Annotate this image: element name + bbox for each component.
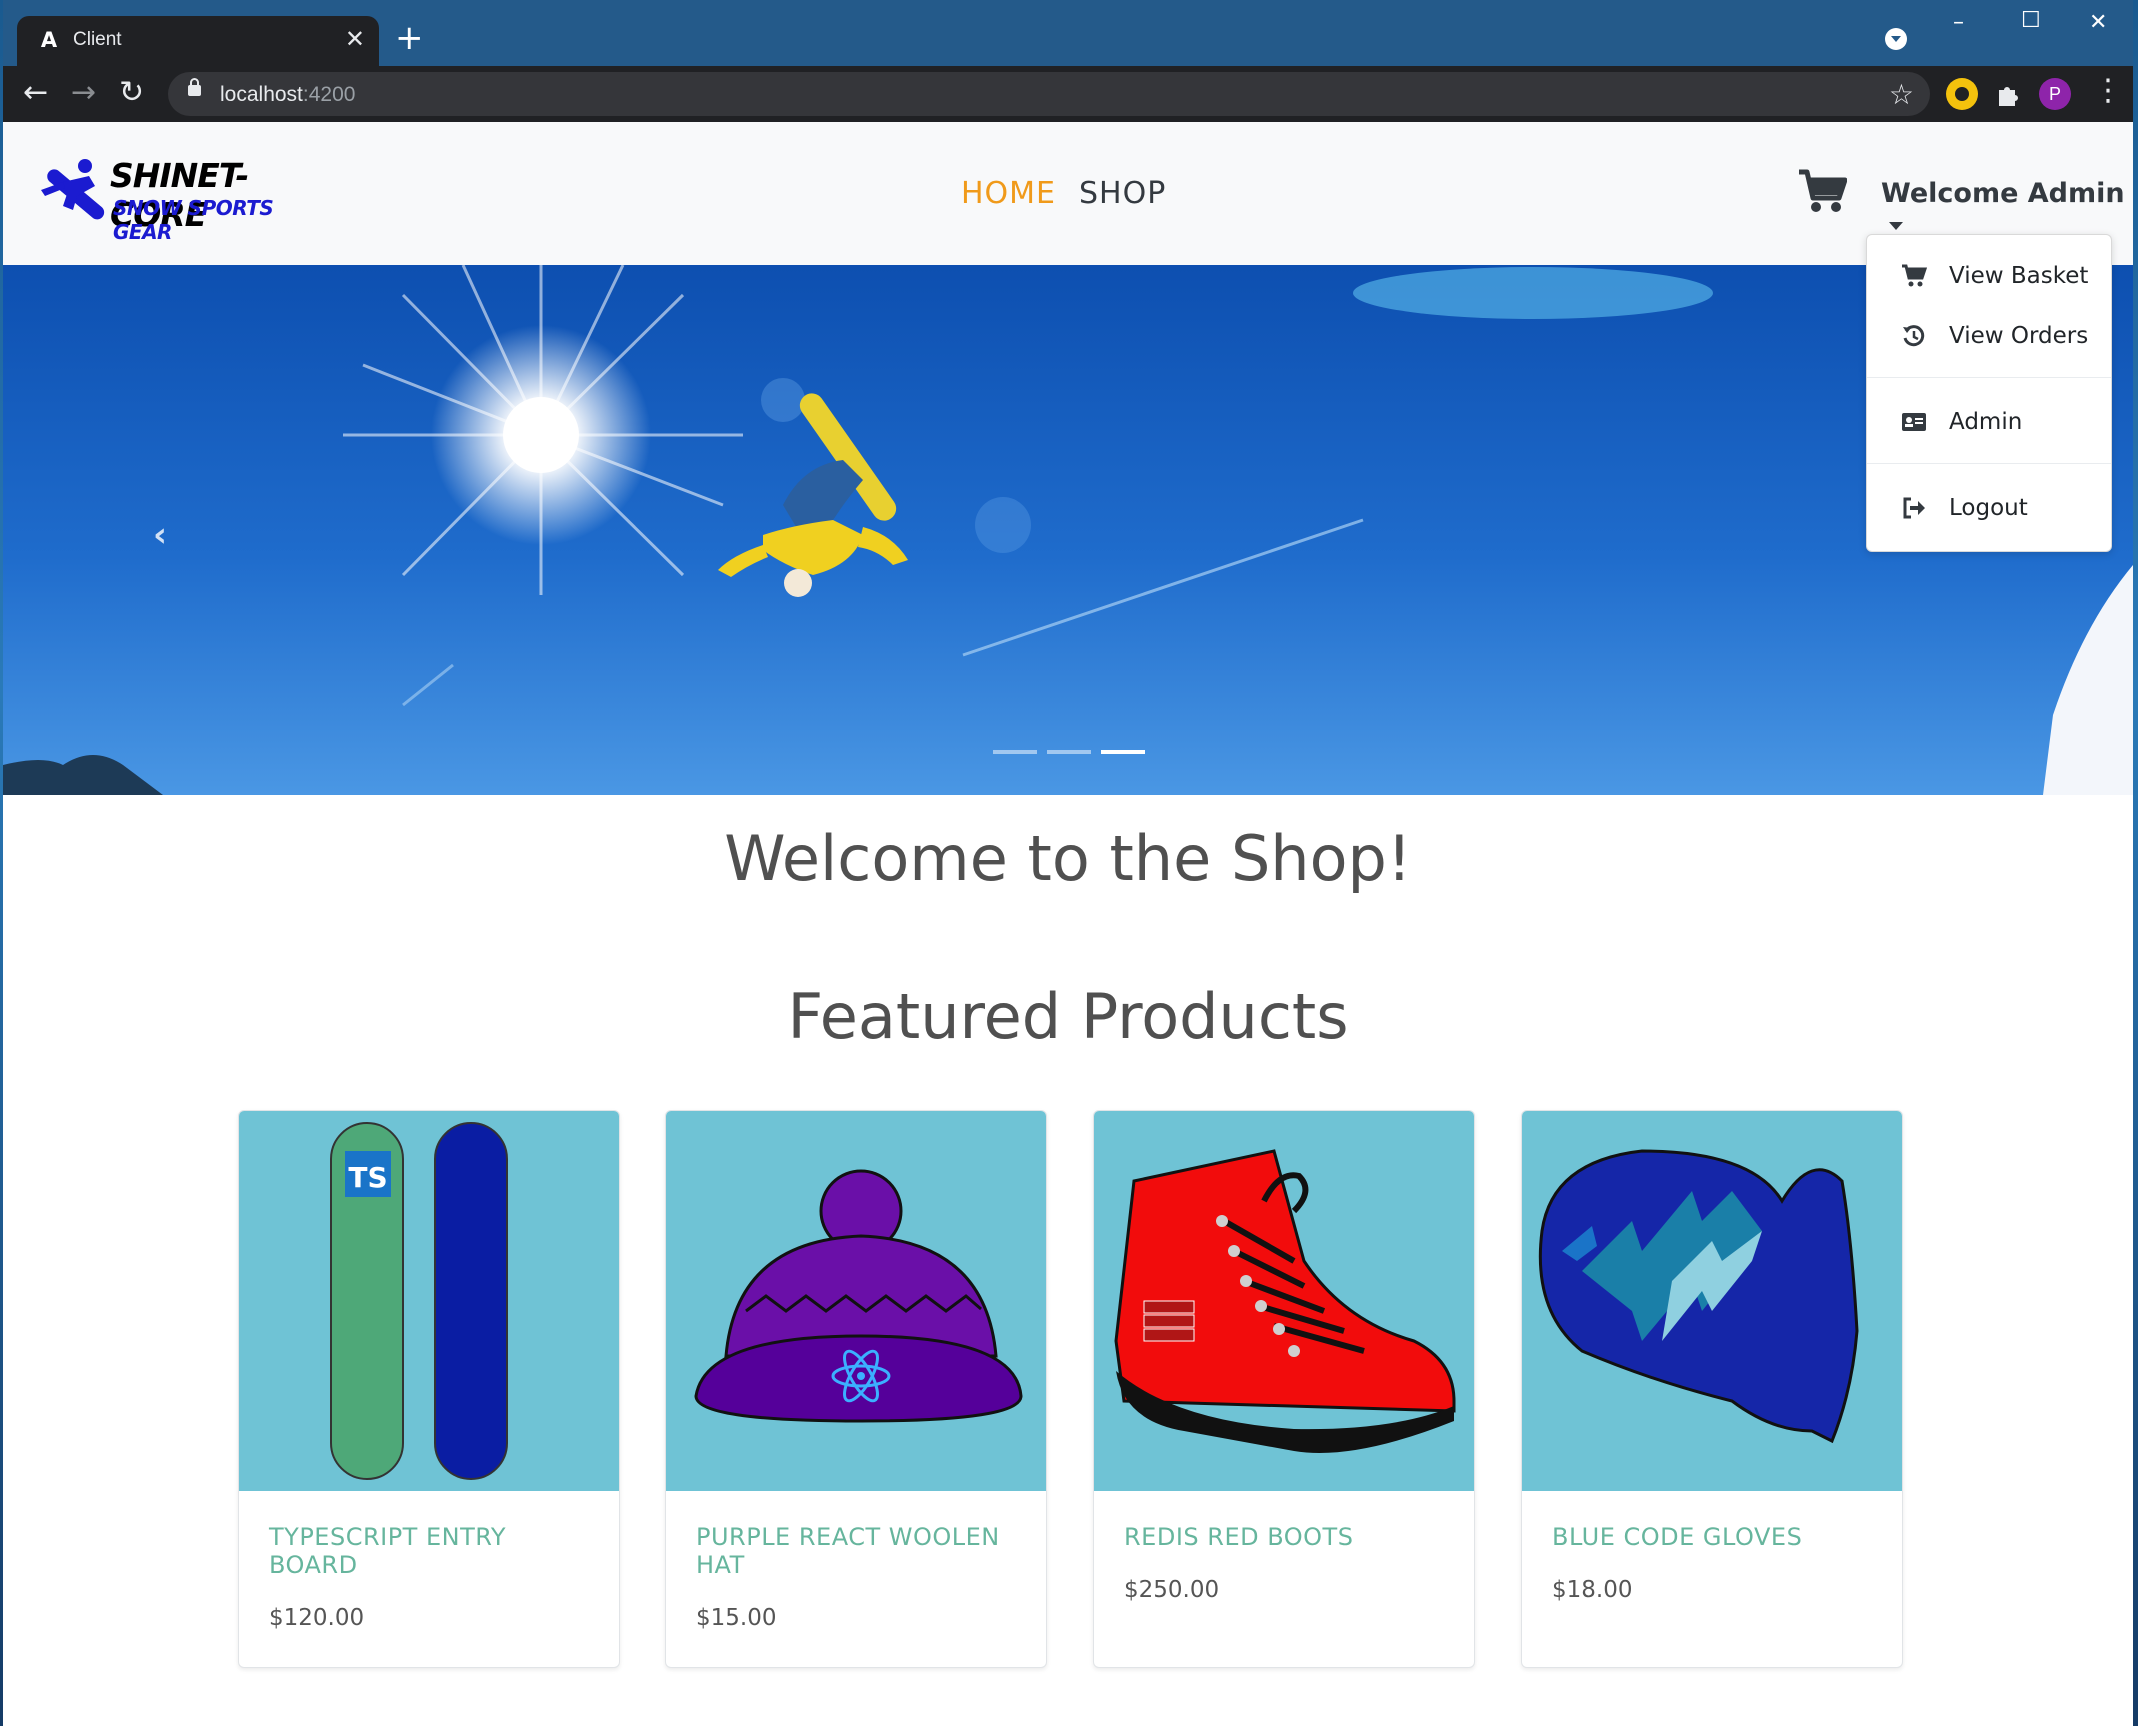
user-menu-toggle[interactable]: Welcome Admin: [1881, 178, 2133, 240]
tab-search-icon[interactable]: [1885, 28, 1907, 50]
web-page: SHINET-CORE SNOW SPORTS GEAR HOME SHOP W…: [3, 122, 2133, 1726]
featured-products-heading: Featured Products: [787, 980, 1349, 1053]
menu-item-admin[interactable]: Admin: [1867, 397, 2111, 447]
red-boot-icon: [1114, 1149, 1456, 1453]
welcome-heading: Welcome to the Shop!: [724, 822, 1412, 895]
carousel-prev-icon[interactable]: ‹: [153, 515, 167, 555]
product-name[interactable]: PURPLE REACT WOOLEN HAT: [696, 1523, 1026, 1579]
address-bar[interactable]: localhost:4200 ☆: [168, 72, 1930, 116]
minimize-icon[interactable]: –: [1953, 10, 1964, 35]
mitten-icon: [1538, 1149, 1859, 1444]
snowboarder-hero-image: [3, 265, 2133, 795]
woolen-hat-icon: [694, 1169, 1023, 1423]
menu-item-view-basket[interactable]: View Basket: [1867, 251, 2111, 301]
back-icon[interactable]: ←: [23, 76, 48, 110]
product-name[interactable]: BLUE CODE GLOVES: [1552, 1523, 1882, 1551]
menu-divider: [1867, 463, 2111, 464]
menu-item-logout[interactable]: Logout: [1867, 483, 2111, 533]
user-dropdown-menu: View Basket View Orders Admin Logout: [1866, 234, 2112, 552]
product-price: $18.00: [1552, 1577, 1633, 1603]
profile-avatar[interactable]: P: [2039, 78, 2071, 110]
product-price: $250.00: [1124, 1577, 1220, 1603]
snowboards-icon: TS: [330, 1122, 508, 1480]
shopping-cart-icon: [1901, 263, 1928, 289]
maximize-icon[interactable]: ☐: [2021, 8, 2041, 33]
product-price: $120.00: [269, 1605, 365, 1631]
product-card[interactable]: TS TYPESCRIPT ENTRY BOARD $120.00: [238, 1110, 620, 1668]
logo-subtitle: SNOW SPORTS GEAR: [113, 196, 274, 244]
close-tab-icon[interactable]: ✕: [345, 26, 365, 52]
browser-toolbar: ← → ↻ localhost:4200 ☆ P ⋮: [3, 66, 2133, 122]
product-name[interactable]: TYPESCRIPT ENTRY BOARD: [269, 1523, 599, 1579]
product-name[interactable]: REDIS RED BOOTS: [1124, 1523, 1454, 1551]
nav-shop-link[interactable]: SHOP: [1079, 176, 1166, 211]
reload-icon[interactable]: ↻: [119, 76, 144, 110]
forward-icon[interactable]: →: [71, 76, 96, 110]
product-image[interactable]: [1094, 1111, 1474, 1491]
product-card[interactable]: BLUE CODE GLOVES $18.00: [1521, 1110, 1903, 1668]
svg-text:TS: TS: [348, 1161, 387, 1194]
close-window-icon[interactable]: ✕: [2089, 10, 2107, 35]
product-card[interactable]: PURPLE REACT WOOLEN HAT $15.00: [665, 1110, 1047, 1668]
product-image[interactable]: [1522, 1111, 1902, 1491]
product-image[interactable]: [666, 1111, 1046, 1491]
url-text: localhost:4200: [220, 83, 356, 106]
new-tab-button[interactable]: +: [395, 18, 424, 58]
site-logo[interactable]: SHINET-CORE SNOW SPORTS GEAR: [33, 156, 293, 244]
carousel-indicator-2[interactable]: [1047, 750, 1091, 754]
bookmark-star-icon[interactable]: ☆: [1889, 78, 1914, 111]
menu-item-view-orders[interactable]: View Orders: [1867, 311, 2111, 361]
menu-item-label: Admin: [1949, 409, 2023, 435]
product-card[interactable]: REDIS RED BOOTS $250.00: [1093, 1110, 1475, 1668]
sign-out-icon: [1901, 495, 1927, 521]
menu-item-label: View Basket: [1949, 263, 2089, 289]
browser-titlebar: A Client ✕ + – ☐ ✕: [3, 0, 2133, 66]
browser-tab[interactable]: A Client ✕: [17, 16, 379, 66]
snowboarder-logo-icon: [41, 159, 105, 220]
id-card-icon: [1901, 409, 1927, 435]
browser-menu-icon[interactable]: ⋮: [2093, 74, 2123, 108]
extension-icon[interactable]: [1946, 78, 1978, 110]
carousel-indicator-3[interactable]: [1101, 750, 1145, 754]
history-icon: [1901, 323, 1927, 349]
carousel-indicator-1[interactable]: [993, 750, 1037, 754]
hero-carousel: ‹: [3, 265, 2133, 795]
product-price: $15.00: [696, 1605, 777, 1631]
site-navbar: SHINET-CORE SNOW SPORTS GEAR HOME SHOP W…: [3, 122, 2133, 265]
extensions-puzzle-icon[interactable]: [1993, 78, 2025, 110]
nav-home-link[interactable]: HOME: [961, 176, 1056, 211]
lock-icon: [188, 78, 201, 96]
angular-icon: A: [40, 28, 58, 52]
browser-window: A Client ✕ + – ☐ ✕ ← → ↻ localhost:4200 …: [3, 0, 2133, 1726]
menu-divider: [1867, 377, 2111, 378]
product-image[interactable]: TS: [239, 1111, 619, 1491]
caret-down-icon: [1889, 221, 1903, 230]
shopping-cart-icon[interactable]: [1797, 168, 1848, 219]
menu-item-label: View Orders: [1949, 323, 2089, 349]
menu-item-label: Logout: [1949, 495, 2028, 521]
tab-title: Client: [73, 29, 122, 50]
